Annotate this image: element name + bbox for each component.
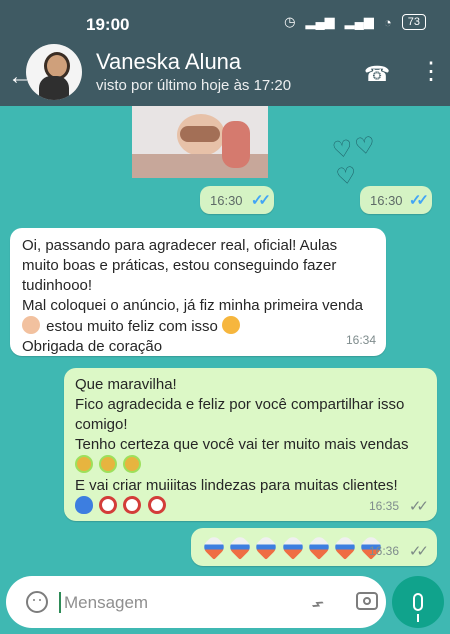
emoji-line [75,455,409,476]
photo-accent-shape [222,121,250,168]
contact-name[interactable]: Vaneska Aluna [96,49,241,75]
alarm-icon: ◷ [284,14,296,29]
message-timestamp: 16:34 [345,333,376,347]
message-line: E vai criar muiiitas lindezas para muita… [75,477,398,494]
message-line: muito boas e práticas, estou conseguindo… [22,257,337,274]
outgoing-message[interactable]: Que maravilha! Fico agradecida e feliz p… [64,368,437,521]
status-icons: ◷ ▂▄▆ ▂▄▆ ◔ 73 [284,14,426,30]
rocket-emoji-icon [227,534,253,560]
outgoing-rocket-message[interactable]: 16:36 ✓✓ [191,528,437,566]
rocket-emoji-icon [253,534,280,560]
signal-icon: ▂▄▆ [305,14,335,29]
message-line: Fico agradecida e feliz por você compart… [75,396,405,413]
last-seen: visto por último hoje às 17:20 [96,77,292,94]
heart-doodle-sticker[interactable]: ♡♡ ♡ [330,131,382,191]
microphone-icon [413,593,423,622]
message-line: Oi, passando para agradecer real, oficia… [22,237,338,254]
delivered-ticks-icon: ✓✓ [408,498,429,515]
smiling-face-emoji-icon [222,316,241,334]
read-ticks-icon: ✓✓ [250,192,271,209]
incoming-message[interactable]: Oi, passando para agradecer real, oficia… [10,228,386,356]
read-ticks-icon: ✓✓ [408,192,429,209]
party-emoji-icon [99,455,118,473]
image-message-timestamp: 16:30 ✓✓ [200,186,274,214]
rocket-emoji-icon [201,534,227,560]
message-line: Mal coloquei o anúncio, já fiz minha pri… [22,297,364,314]
message-line-with-emoji: estou muito feliz com isso [22,316,363,337]
message-timestamp: 16:36 [368,544,399,558]
photo-detail-shape [180,126,220,142]
message-line: Tenho certeza que você vai ter muito mai… [75,436,409,453]
phone-icon[interactable]: ☎ [364,62,390,87]
party-emoji-icon [123,455,142,473]
attachment-icon[interactable]: ⌁ [305,590,331,619]
wifi-icon: ◔ [383,14,392,30]
message-line: Obrigada de coração [22,338,163,355]
status-bar: 19:00 ◷ ▂▄▆ ▂▄▆ ◔ 73 [0,0,450,40]
emoji-line [75,496,409,517]
message-line: tudinhooo! [22,277,93,294]
text-caret [59,592,61,613]
rocket-emoji-icon [332,534,358,560]
more-vert-icon[interactable]: ⋮ [419,60,443,84]
image-message[interactable] [132,106,268,178]
emoji-icon[interactable] [26,591,48,613]
blue-heart-emoji-icon [75,496,93,514]
delivered-ticks-icon: ✓✓ [408,543,429,560]
signal-icon-secondary: ▂▄▆ [344,14,374,29]
message-line: Que maravilha! [75,376,177,393]
chat-header: 19:00 ◷ ▂▄▆ ▂▄▆ ◔ 73 ← Vaneska Aluna vis… [0,0,450,106]
target-emoji-icon [123,496,142,514]
battery-icon: 73 [401,14,426,30]
message-placeholder: Mensagem [64,593,149,612]
status-time: 19:00 [86,15,130,34]
message-input-bar: Mensagem ⌁ [0,576,450,634]
ok-hand-emoji-icon [22,316,40,334]
message-line: comigo! [75,416,128,433]
camera-icon[interactable] [356,592,378,610]
sticker-message-timestamp: 16:30 ✓✓ [360,186,432,214]
target-emoji-icon [99,496,118,514]
avatar[interactable] [26,44,82,100]
whatsapp-chat-screen: 19:00 ◷ ▂▄▆ ▂▄▆ ◔ 73 ← Vaneska Aluna vis… [0,0,450,634]
message-timestamp: 16:35 [368,499,399,513]
microphone-button[interactable] [392,576,444,628]
avatar-body-shape [39,76,69,100]
party-emoji-icon [75,455,93,473]
rocket-emoji-icon [305,534,332,560]
chat-messages: ♡♡ ♡ 16:30 ✓✓ 16:30 ✓✓ Oi, passando para … [0,106,450,576]
rocket-emoji-icon [279,534,306,560]
target-emoji-icon [147,496,166,514]
message-input[interactable]: Mensagem ⌁ [6,576,386,628]
